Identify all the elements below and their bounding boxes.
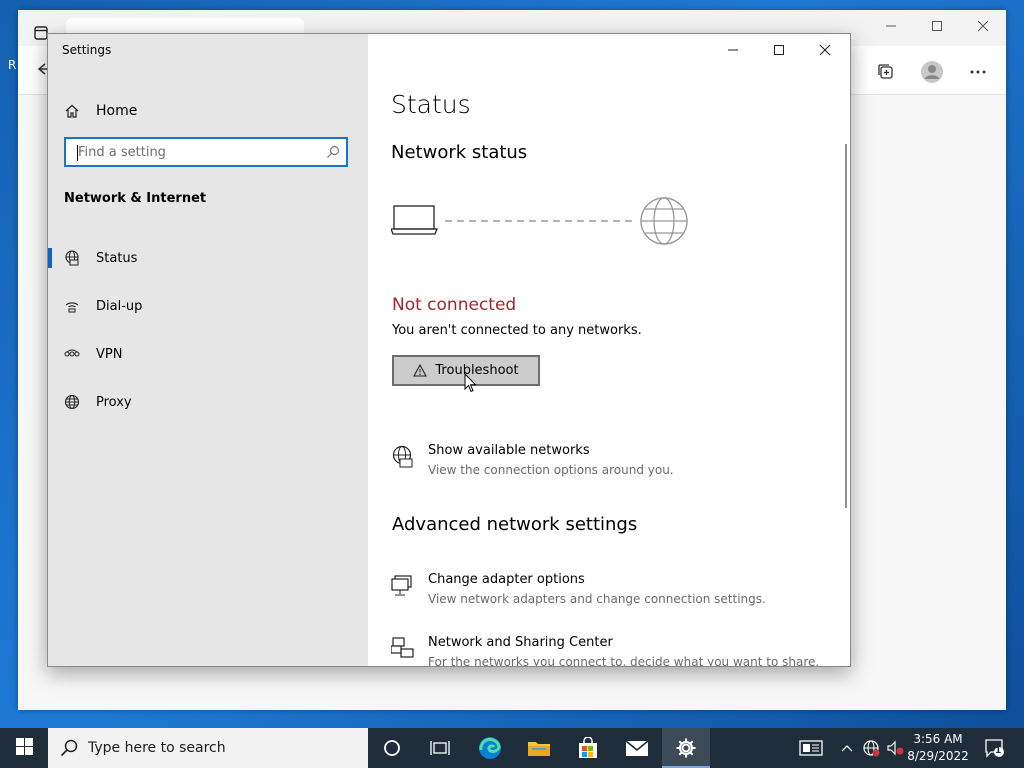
system-clock[interactable]: 3:56 AM 8/29/2022 <box>903 731 973 765</box>
news-feed-icon[interactable] <box>796 728 826 768</box>
proxy-globe-icon <box>64 394 82 410</box>
link-description: View network adapters and change connect… <box>428 592 766 606</box>
sidebar-item-label: VPN <box>96 346 123 362</box>
laptop-icon <box>390 205 438 235</box>
browser-close-icon[interactable] <box>960 10 1006 42</box>
sidebar-item-proxy[interactable]: Proxy <box>48 386 368 418</box>
connection-state: Not connected <box>392 295 517 315</box>
store-icon[interactable] <box>564 728 612 768</box>
close-icon[interactable] <box>802 34 848 66</box>
network-diagram <box>390 194 691 258</box>
search-icon <box>60 739 78 757</box>
mail-icon[interactable] <box>613 728 661 768</box>
notification-center-icon[interactable]: 1 <box>980 728 1010 768</box>
link-title: Show available networks <box>428 443 590 458</box>
minimize-icon[interactable] <box>710 34 756 66</box>
edge-browser-icon[interactable] <box>466 728 514 768</box>
taskbar-search-placeholder: Type here to search <box>88 740 226 756</box>
page-title: Status <box>391 90 471 119</box>
network-status-heading: Network status <box>391 142 528 163</box>
vpn-icon <box>64 346 82 362</box>
file-explorer-icon[interactable] <box>515 728 563 768</box>
internet-globe-icon <box>640 197 688 245</box>
browser-maximize-icon[interactable] <box>914 10 960 42</box>
settings-sidebar: Settings Home Find a setting Network & I… <box>48 34 368 666</box>
clock-time: 3:56 AM <box>913 732 963 746</box>
connection-description: You aren't connected to any networks. <box>392 323 642 338</box>
windows-logo-icon <box>15 737 33 759</box>
notification-count: 1 <box>995 746 1002 756</box>
settings-main-pane: Status Network status Not connected You <box>368 34 850 666</box>
status-globe-icon <box>64 250 82 266</box>
maximize-icon[interactable] <box>756 34 802 66</box>
change-adapter-options-link[interactable]: Change adapter options View network adap… <box>391 572 766 606</box>
home-label: Home <box>96 103 138 119</box>
sidebar-item-label: Dial-up <box>96 298 143 314</box>
dialup-icon <box>64 298 82 314</box>
mouse-cursor-icon <box>464 372 477 397</box>
sidebar-item-label: Status <box>96 250 138 266</box>
main-scrollbar[interactable] <box>845 144 847 508</box>
advanced-settings-heading: Advanced network settings <box>392 514 638 535</box>
section-title: Network & Internet <box>64 191 207 206</box>
link-title: Network and Sharing Center <box>428 635 613 650</box>
cortana-icon[interactable] <box>368 728 416 768</box>
home-nav-item[interactable]: Home <box>64 98 137 124</box>
show-available-networks-link[interactable]: Show available networks View the connect… <box>391 443 674 477</box>
start-button[interactable] <box>0 728 48 768</box>
search-placeholder: Find a setting <box>78 145 166 160</box>
sharing-center-icon <box>391 635 415 666</box>
task-view-icon[interactable] <box>416 728 464 768</box>
sidebar-item-vpn[interactable]: VPN <box>48 338 368 370</box>
link-description: View the connection options around you. <box>428 463 674 477</box>
profile-avatar-icon[interactable] <box>918 58 946 86</box>
settings-window: Settings Home Find a setting Network & I… <box>47 33 851 667</box>
desktop-icon-fragment[interactable]: R <box>8 58 18 72</box>
browser-minimize-icon[interactable] <box>868 10 914 42</box>
warning-icon <box>413 364 428 377</box>
find-setting-input[interactable]: Find a setting <box>64 137 348 167</box>
home-icon <box>64 103 82 119</box>
sidebar-item-status[interactable]: Status <box>48 242 368 274</box>
taskbar: Type here to search 3:56 AM 8/29/2022 1 <box>0 728 1024 768</box>
tab-actions-icon[interactable] <box>34 26 48 44</box>
network-globe-tray-icon[interactable] <box>860 728 882 768</box>
link-description: For the networks you connect to, decide … <box>428 655 820 667</box>
settings-taskbar-icon[interactable] <box>662 728 710 768</box>
chevron-up-icon[interactable] <box>838 728 856 768</box>
sidebar-item-dial-up[interactable]: Dial-up <box>48 290 368 322</box>
clock-date: 8/29/2022 <box>907 749 969 763</box>
adapter-monitor-icon <box>391 572 415 606</box>
search-icon <box>326 145 340 163</box>
network-globe-icon <box>391 443 415 477</box>
collections-icon[interactable] <box>872 58 900 86</box>
taskbar-search-box[interactable]: Type here to search <box>48 728 368 768</box>
link-title: Change adapter options <box>428 572 585 587</box>
window-title: Settings <box>62 43 112 57</box>
more-options-icon[interactable] <box>964 58 992 86</box>
network-sharing-center-link[interactable]: Network and Sharing Center For the netwo… <box>391 635 820 667</box>
sidebar-item-label: Proxy <box>96 394 132 410</box>
